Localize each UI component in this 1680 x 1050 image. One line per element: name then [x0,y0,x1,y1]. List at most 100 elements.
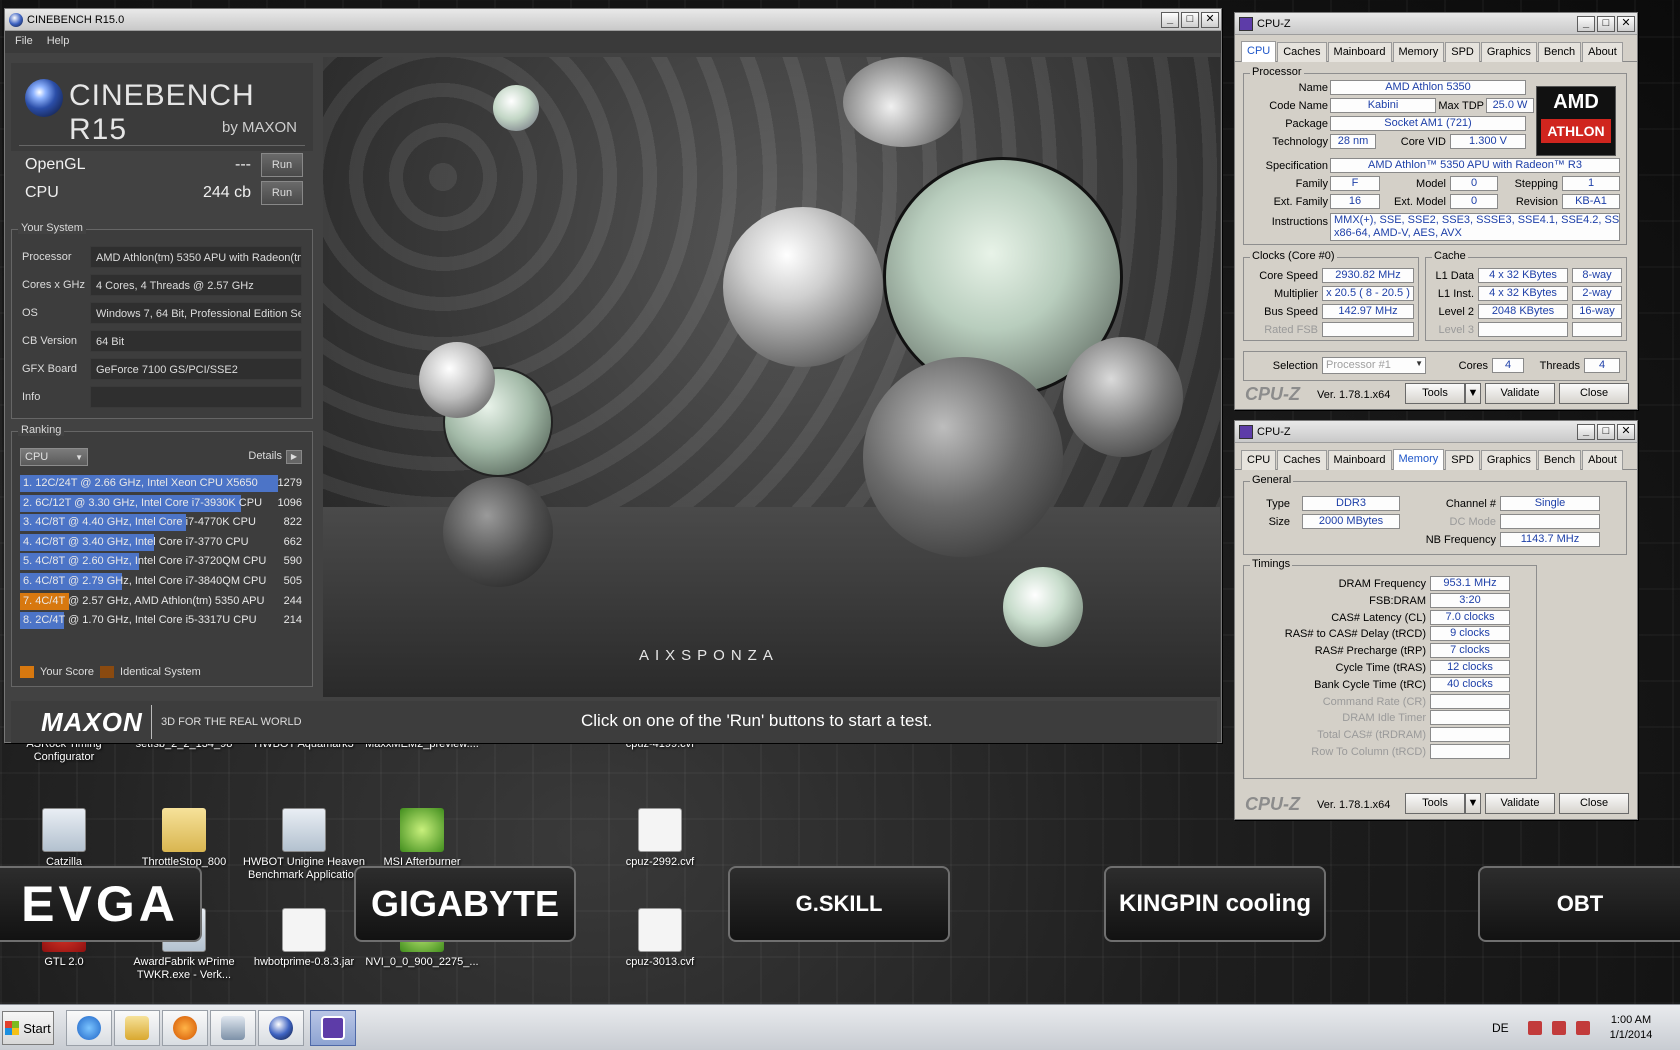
specification-field: AMD Athlon™ 5350 APU with Radeon™ R3 [1330,158,1620,173]
system-info-row: CB Version 64 Bit [18,330,306,352]
cpuz-cpu-window: CPU-Z _ □ ✕ CPU Caches Mainboard Memory SPD G… [1234,12,1638,410]
desktop-icon[interactable]: cpuz-3013.cvf [596,908,724,969]
close-button[interactable]: ✕ [1617,423,1635,440]
tray-volume-icon[interactable] [1576,1021,1590,1035]
details-toggle[interactable]: Details ▶ [248,450,302,464]
maximize-button[interactable]: □ [1597,423,1615,440]
label: Type [1266,498,1290,510]
ranking-row[interactable]: 8. 2C/4T @ 1.70 GHz, Intel Core i5-3317U… [20,611,308,630]
close-button[interactable]: ✕ [1617,15,1635,32]
validate-button[interactable]: Validate [1485,383,1555,404]
desktop-icon-glyph [282,808,326,852]
timing-value-field: 953.1 MHz [1430,576,1510,591]
desktop-icon[interactable]: MSI Afterburner [358,808,486,869]
glass-sphere [1003,567,1083,647]
ranking-score: 1096 [277,496,302,509]
desktop-icon[interactable]: Catzilla [0,808,128,869]
label: Selection [1272,360,1318,372]
minimize-button[interactable]: _ [1577,423,1595,440]
system-info-value: GeForce 7100 GS/PCI/SSE2 [90,358,302,380]
desktop-icon[interactable]: HWBOT Unigine Heaven Benchmark Applicati… [240,808,368,882]
glass-sphere [419,342,495,418]
run-opengl-button[interactable]: Run [261,153,303,177]
ranking-filter-select[interactable]: CPU ▼ [20,448,88,466]
taskbar-explorer[interactable] [114,1010,160,1046]
taskbar-cpuz[interactable] [310,1010,356,1046]
tools-dropdown-button[interactable]: ▼ [1465,383,1481,404]
tab-spd[interactable]: SPD [1445,42,1480,62]
close-button[interactable]: ✕ [1201,11,1219,28]
taskbar-clock[interactable]: 1:00 AM 1/1/2014 [1596,1013,1666,1043]
taskbar-internet-explorer[interactable] [66,1010,112,1046]
cinebench-sphere-icon [25,79,63,117]
start-button[interactable]: Start [2,1011,54,1045]
menu-help[interactable]: Help [47,35,70,49]
tab-cpu[interactable]: CPU [1241,41,1277,62]
label: Threads [1539,360,1580,372]
cpuz-titlebar[interactable]: CPU-Z _ □ ✕ [1235,421,1637,443]
tab-graphics[interactable]: Graphics [1480,42,1537,62]
tools-button[interactable]: Tools [1405,793,1465,814]
tab-memory[interactable]: Memory [1392,449,1445,470]
maximize-button[interactable]: □ [1597,15,1615,32]
logo-wordmark: CINEBENCH R15 [69,79,255,146]
desktop-icon[interactable]: hwbotprime-0.8.3.jar [240,908,368,969]
tab-caches[interactable]: Caches [1277,42,1327,62]
desktop-icon[interactable]: ThrottleStop_800 [120,808,248,869]
ranking-row[interactable]: 6. 4C/8T @ 2.79 GHz, Intel Core i7-3840Q… [20,572,308,591]
desktop-icon-label: hwbotprime-0.8.3.jar [253,956,355,968]
tab-spd[interactable]: SPD [1445,450,1480,470]
taskbar-cinebench[interactable] [258,1010,304,1046]
label: Core Speed [1259,270,1318,282]
ranking-entry-label: 3. 4C/8T @ 4.40 GHz, Intel Core i7-4770K… [23,516,256,529]
tab-about[interactable]: About [1582,42,1623,62]
system-info-value[interactable] [90,386,302,408]
desktop-icon[interactable]: cpuz-2992.cvf [596,808,724,869]
cpuz-titlebar[interactable]: CPU-Z _ □ ✕ [1235,13,1637,35]
tools-button[interactable]: Tools [1405,383,1465,404]
close-app-button[interactable]: Close [1559,793,1629,814]
ranking-row[interactable]: 5. 4C/8T @ 2.60 GHz, Intel Core i7-3720Q… [20,552,308,571]
tab-cpu[interactable]: CPU [1241,450,1277,470]
cpuz-footer: CPU-Z Ver. 1.78.1.x64 Tools ▼ Validate C… [1235,789,1637,819]
tab-mainboard[interactable]: Mainboard [1327,450,1392,470]
taskbar-media-player[interactable] [162,1010,208,1046]
ranking-row[interactable]: 4. 4C/8T @ 3.40 GHz, Intel Core i7-3770 … [20,533,308,552]
brand-evga-tile: EVGA [0,866,202,942]
taskbar-app[interactable] [210,1010,256,1046]
system-info-value: AMD Athlon(tm) 5350 APU with Radeon(tm [90,246,302,268]
tools-dropdown-button[interactable]: ▼ [1465,793,1481,814]
tab-mainboard[interactable]: Mainboard [1327,42,1392,62]
minimize-button[interactable]: _ [1161,11,1179,28]
label: Size [1268,516,1290,528]
brand-kingpin-tile: KINGPIN cooling [1104,866,1326,942]
tab-graphics[interactable]: Graphics [1480,450,1537,470]
run-cpu-button[interactable]: Run [261,181,303,205]
ranking-row[interactable]: 2. 6C/12T @ 3.30 GHz, Intel Core i7-3930… [20,494,308,513]
language-indicator[interactable]: DE [1492,1005,1509,1050]
validate-button[interactable]: Validate [1485,793,1555,814]
desktop-icon-glyph [638,808,682,852]
tab-memory[interactable]: Memory [1392,42,1445,62]
tab-caches[interactable]: Caches [1277,450,1327,470]
ranking-row[interactable]: 3. 4C/8T @ 4.40 GHz, Intel Core i7-4770K… [20,513,308,532]
desktop-icon-label: GTL 2.0 [44,956,84,968]
minimize-button[interactable]: _ [1577,15,1595,32]
menu-file[interactable]: File [15,35,33,49]
close-app-button[interactable]: Close [1559,383,1629,404]
tray-action-center-icon[interactable] [1528,1021,1542,1035]
ranking-row[interactable]: 7. 4C/4T @ 2.57 GHz, AMD Athlon(tm) 5350… [20,592,308,611]
ranking-row[interactable]: 1. 12C/24T @ 2.66 GHz, Intel Xeon CPU X5… [20,474,308,493]
label: DC Mode [1449,516,1496,528]
tray-network-icon[interactable] [1552,1021,1566,1035]
tab-about[interactable]: About [1582,450,1623,470]
system-info-row: OS Windows 7, 64 Bit, Professional Editio… [18,302,306,324]
core-vid-field: 1.300 V [1450,134,1526,149]
processor-selection-select[interactable]: Processor #1 ▼ [1322,357,1426,374]
rated-fsb-field [1322,322,1414,337]
cinebench-titlebar[interactable]: CINEBENCH R15.0 _ □ ✕ [5,9,1221,31]
tab-bench[interactable]: Bench [1537,42,1582,62]
ranking-score: 244 [283,594,302,607]
tab-bench[interactable]: Bench [1537,450,1582,470]
maximize-button[interactable]: □ [1181,11,1199,28]
